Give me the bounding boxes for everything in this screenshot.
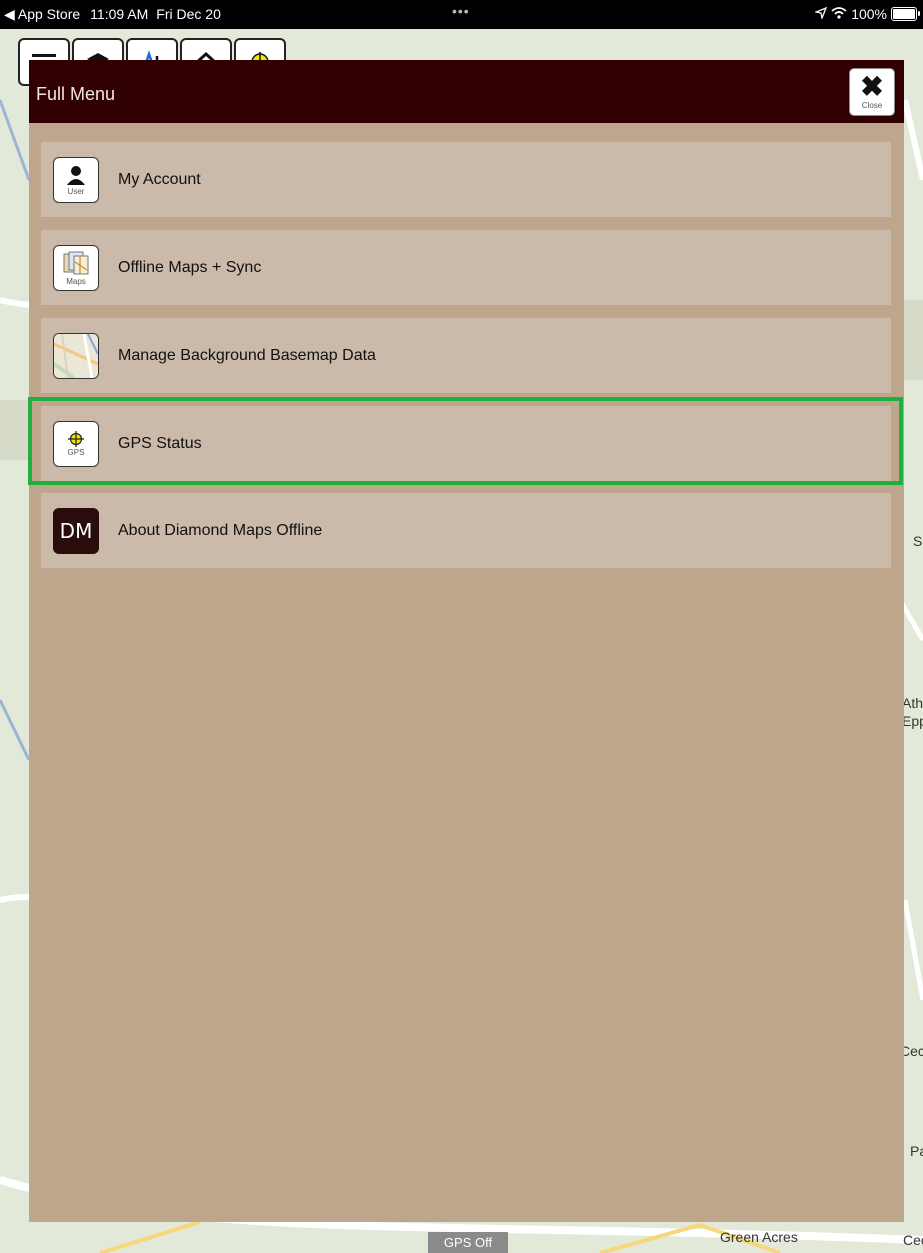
back-to-app-store[interactable]: ◀ App Store	[4, 6, 80, 23]
gps-off-indicator[interactable]: GPS Off	[428, 1232, 508, 1253]
close-button[interactable]: ✖ Close	[849, 68, 895, 116]
battery-percent: 100%	[851, 6, 887, 22]
menu-item-about[interactable]: DM About Diamond Maps Offline	[41, 493, 891, 568]
dm-logo-icon: DM	[53, 507, 99, 554]
map-label: Cec	[903, 1232, 923, 1248]
status-time: 11:09 AM	[90, 6, 149, 22]
user-icon: User	[53, 156, 99, 203]
menu-item-label: Offline Maps + Sync	[118, 258, 262, 276]
menu-item-gps-status[interactable]: GPS GPS Status	[41, 406, 891, 481]
map-label: Green Acres	[720, 1229, 798, 1245]
icon-caption: GPS	[67, 447, 85, 457]
full-menu-panel: Full Menu ✖ Close User My Account Maps O…	[29, 60, 904, 1222]
menu-item-my-account[interactable]: User My Account	[41, 142, 891, 217]
battery-icon	[891, 7, 920, 21]
close-icon: ✖	[860, 71, 884, 102]
icon-caption: Maps	[66, 276, 86, 286]
map-label: Pa	[910, 1143, 923, 1159]
menu-item-label: GPS Status	[118, 434, 202, 452]
panel-header: Full Menu ✖ Close	[29, 60, 904, 123]
basemap-icon	[53, 332, 99, 379]
panel-title: Full Menu	[36, 84, 116, 104]
map-label: Epp	[902, 713, 923, 729]
location-arrow-icon	[813, 6, 828, 22]
icon-caption: User	[67, 186, 85, 196]
menu-item-offline-maps-sync[interactable]: Maps Offline Maps + Sync	[41, 230, 891, 305]
map-label: S	[913, 533, 923, 549]
wifi-icon	[831, 6, 847, 22]
status-date: Fri Dec 20	[156, 6, 221, 22]
dm-logo-text: DM	[59, 518, 93, 543]
multitasking-dots[interactable]: •••	[452, 3, 470, 19]
gps-icon: GPS	[53, 420, 99, 467]
menu-item-label: My Account	[118, 170, 201, 188]
menu-item-manage-basemap[interactable]: Manage Background Basemap Data	[41, 318, 891, 393]
close-label: Close	[861, 101, 883, 110]
menu-item-label: Manage Background Basemap Data	[118, 346, 376, 364]
map-label: Ath	[902, 695, 923, 711]
maps-icon: Maps	[53, 244, 99, 291]
status-bar: ◀ App Store 11:09 AM Fri Dec 20 ••• 100%	[0, 0, 923, 29]
menu-item-label: About Diamond Maps Offline	[118, 521, 323, 539]
